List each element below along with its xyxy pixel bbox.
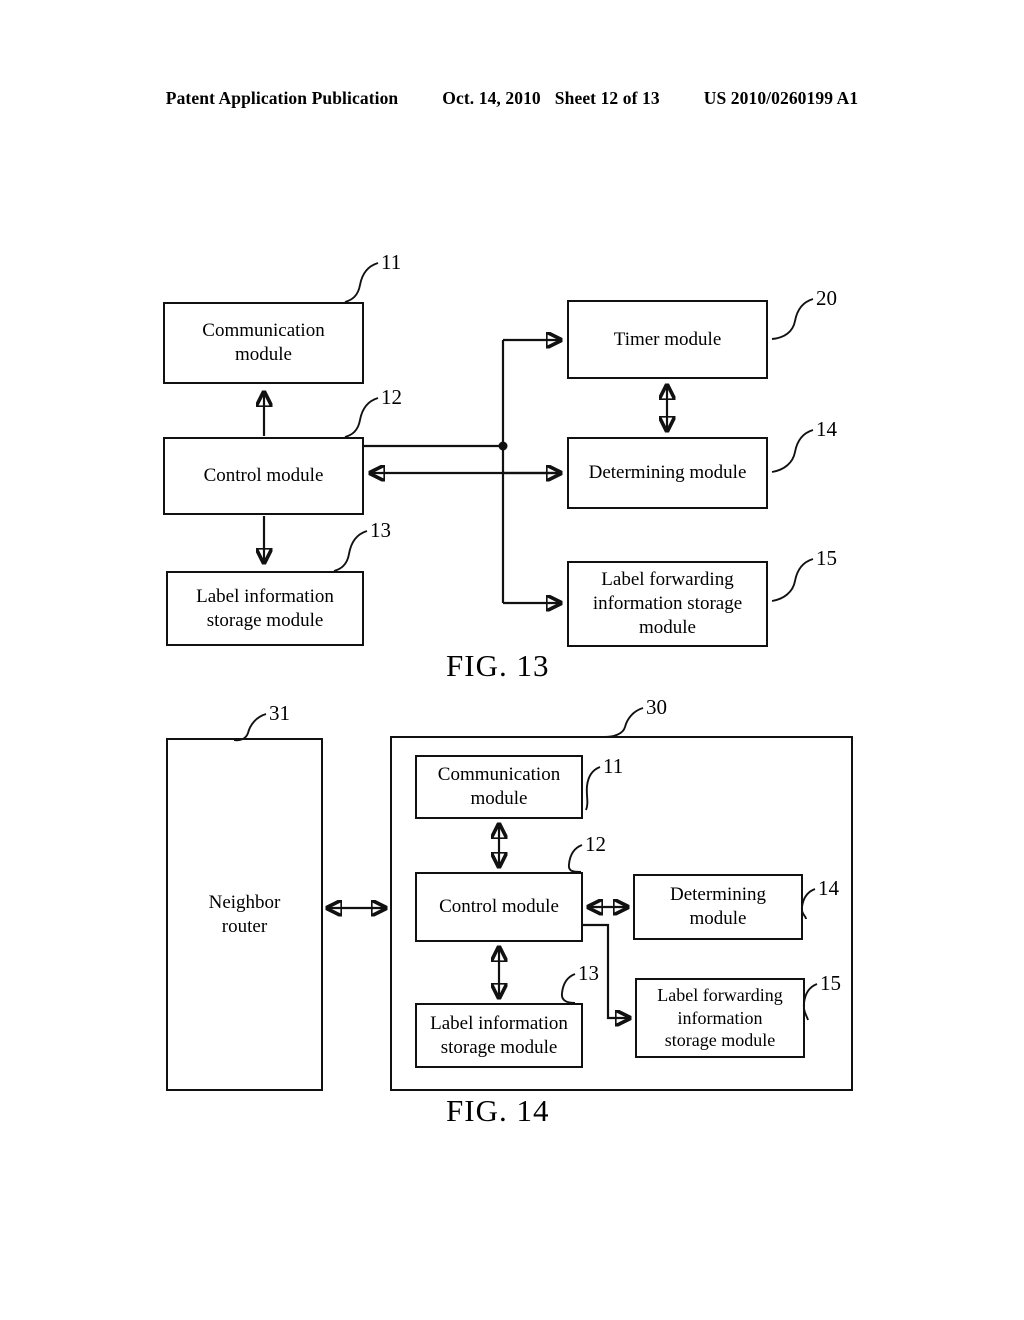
fig14-label-fwd-line2: information — [677, 1007, 763, 1028]
fig14-communication-module-label: Communication module — [438, 763, 560, 811]
fig13-refnum-15: 15 — [816, 546, 837, 570]
fig14-label-info-line1: Label information — [430, 1012, 568, 1034]
fig13-timer-module-box: Timer module — [567, 300, 768, 379]
fig14-label-information-storage-module-label: Label information storage module — [430, 1012, 568, 1060]
fig14-label-info-line2: storage module — [440, 1036, 558, 1058]
fig14-communication-module-box: Communication module — [415, 755, 583, 819]
fig14-determining-module-label: Determining module — [670, 883, 766, 931]
fig13-label-forwarding-information-storage-module-box: Label forwarding information storage mod… — [567, 561, 768, 647]
fig14-label-fwd-line1: Label forwarding — [657, 985, 783, 1006]
fig13-bus-junction-dot — [498, 441, 508, 451]
fig14-refnum-31: 31 — [269, 701, 290, 725]
fig14-control-module-box: Control module — [415, 872, 583, 942]
fig13-label-fwd-line1: Label forwarding — [601, 569, 734, 591]
fig13-leader-20 — [771, 298, 814, 340]
fig14-refnum-30: 30 — [646, 695, 667, 719]
fig14-control-module-label: Control module — [439, 896, 559, 918]
fig14-communication-module-line2: module — [470, 788, 528, 809]
fig14-refnum-13: 13 — [578, 961, 599, 985]
fig14-label-forwarding-storage-module-label: Label forwarding information storage mod… — [657, 984, 782, 1052]
fig13-communication-module-label-line1: Communication — [202, 320, 325, 342]
fig13-leader-11 — [344, 262, 379, 303]
fig14-label-information-storage-module-box: Label information storage module — [415, 1003, 583, 1068]
fig13-control-module-label: Control module — [203, 465, 324, 487]
page-header: Patent Application Publication Oct. 14, … — [0, 88, 1024, 109]
fig13-refnum-14: 14 — [816, 417, 837, 441]
fig14-determining-module-box: Determining module — [633, 874, 803, 940]
fig14-determining-module-line1: Determining — [669, 884, 767, 906]
fig14-neighbor-router-box: Neighbor router — [166, 738, 323, 1091]
fig14-leader-31 — [233, 713, 267, 742]
fig14-label-fwd-line3: storage module — [664, 1030, 776, 1051]
fig13-label-fwd-line2: information storage — [592, 593, 743, 615]
fig13-timer-module-label: Timer module — [613, 328, 722, 350]
fig13-leader-12 — [344, 397, 379, 438]
fig14-neighbor-router-line1: Neighbor — [208, 891, 281, 913]
fig13-communication-module-box: Communication module — [163, 302, 364, 384]
fig14-refnum-12: 12 — [585, 832, 606, 856]
fig13-label-info-line2: storage module — [206, 609, 324, 631]
fig14-caption: FIG. 14 — [446, 1093, 550, 1128]
fig13-caption: FIG. 13 — [446, 648, 550, 683]
header-publication-date: Oct. 14, 2010 — [442, 88, 541, 108]
fig14-leader-30 — [603, 707, 644, 738]
fig13-refnum-20: 20 — [816, 286, 837, 310]
header-patent-number: US 2010/0260199 A1 — [703, 88, 859, 108]
fig13-communication-module-label: Communication module — [202, 319, 324, 367]
patent-drawing-page: Patent Application Publication Oct. 14, … — [0, 0, 1024, 1320]
fig13-leader-14 — [771, 429, 814, 473]
fig14-neighbor-router-line2: router — [221, 915, 268, 937]
fig13-label-information-storage-module-box: Label information storage module — [166, 571, 364, 646]
fig14-refnum-14: 14 — [818, 876, 839, 900]
fig14-refnum-11: 11 — [603, 754, 624, 778]
fig13-label-information-storage-module-label: Label information storage module — [196, 585, 334, 633]
fig14-neighbor-router-label: Neighbor router — [209, 891, 281, 939]
fig13-refnum-12: 12 — [381, 385, 402, 409]
header-sheet-number: Sheet 12 of 13 — [554, 88, 660, 108]
fig14-refnum-15: 15 — [820, 971, 841, 995]
fig13-label-forwarding-storage-module-label: Label forwarding information storage mod… — [593, 568, 742, 639]
fig13-determining-module-box: Determining module — [567, 437, 768, 509]
fig13-refnum-13: 13 — [370, 518, 391, 542]
fig13-control-module-box: Control module — [163, 437, 364, 515]
fig13-leader-13 — [333, 530, 368, 572]
fig13-refnum-11: 11 — [381, 250, 402, 274]
fig14-determining-module-line2: module — [689, 908, 747, 929]
fig13-communication-module-label-line2: module — [235, 344, 292, 365]
fig13-leader-15 — [771, 558, 814, 602]
fig14-communication-module-line1: Communication — [437, 764, 561, 786]
fig13-label-fwd-line3: module — [638, 616, 696, 638]
header-publication-title: Patent Application Publication — [165, 88, 399, 108]
fig13-label-info-line1: Label information — [196, 585, 334, 607]
fig14-label-forwarding-information-storage-module-box: Label forwarding information storage mod… — [635, 978, 805, 1058]
fig13-determining-module-label: Determining module — [588, 462, 747, 484]
